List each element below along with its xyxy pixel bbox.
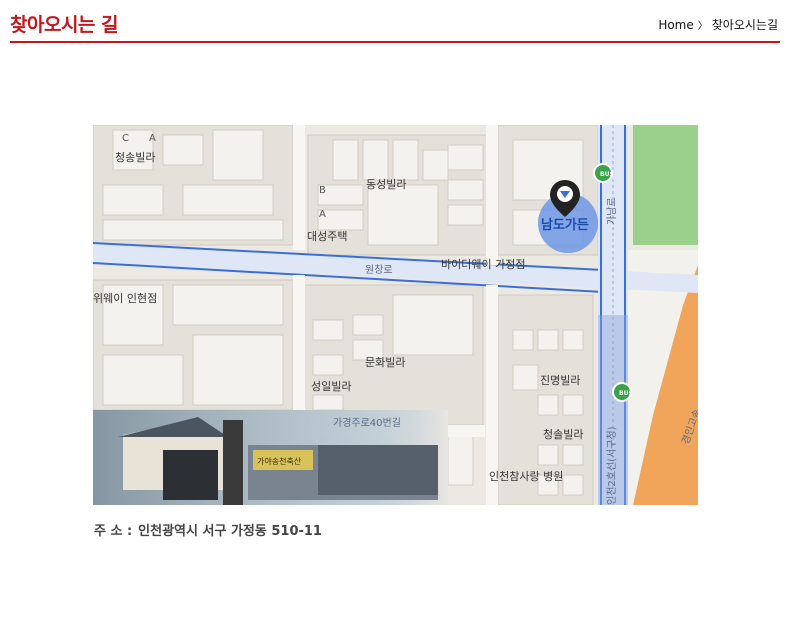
breadcrumb-current: 찾아오시는길 <box>711 18 778 32</box>
building-letter: C <box>122 133 129 144</box>
building-label-dongsung: 동성빌라 <box>366 178 406 191</box>
chevron-right-icon: 〉 <box>697 21 708 32</box>
building-label-cheongsong: 청송빌라 <box>115 151 155 164</box>
road-label-ganam: 가남로 <box>606 197 618 225</box>
road-label-wonchang: 원창로 <box>365 264 393 276</box>
map-labels-layer: C A 청송빌라 B A 동성빌라 대성주택 바이더웨이 가정점 위웨이 인현점… <box>93 133 698 505</box>
location-map[interactable]: C A 청송빌라 B A 동성빌라 대성주택 바이더웨이 가정점 위웨이 인현점… <box>93 125 698 505</box>
building-label-seongil: 성일빌라 <box>311 379 351 393</box>
road-label-gagyeong: 가경주로40번길 <box>333 416 401 429</box>
building-label-hospital: 인천참사랑 병원 <box>489 469 563 483</box>
address-line: 주 소 : 인천광역시 서구 가정동 510-11 <box>94 520 322 539</box>
bus-stop-icon: BUS <box>600 171 614 178</box>
page-title: 찾아오시는 길 <box>10 14 119 36</box>
building-label-jinmyeong: 진명빌라 <box>540 374 580 387</box>
breadcrumb-home-link[interactable]: Home <box>658 18 693 32</box>
building-label-cheongsol: 청솔빌라 <box>543 428 583 441</box>
building-label-munhwa: 문화빌라 <box>365 356 405 369</box>
breadcrumb: Home 〉 찾아오시는길 <box>658 16 778 33</box>
page-header: 찾아오시는 길 Home 〉 찾아오시는길 <box>10 0 780 43</box>
storefront-sign: 가야송천축산 <box>257 456 302 466</box>
address-label: 주 소 : <box>94 524 133 539</box>
bus-stop-icon: BUS <box>619 390 633 397</box>
building-letter: A <box>319 209 326 220</box>
building-letter: B <box>319 185 326 196</box>
address-value: 인천광역시 서구 가정동 510-11 <box>138 524 322 539</box>
building-label-wiwei: 위웨이 인현점 <box>93 292 157 305</box>
road-label-subway: 인천2호선(서구청) <box>606 426 618 505</box>
building-label-buythe-way: 바이더웨이 가정점 <box>441 258 525 271</box>
road-label-highway: 경인고속 <box>679 407 698 446</box>
destination-label: 남도가든 <box>541 217 589 233</box>
building-label-daesung: 대성주택 <box>307 230 347 243</box>
building-letter: A <box>149 133 156 144</box>
